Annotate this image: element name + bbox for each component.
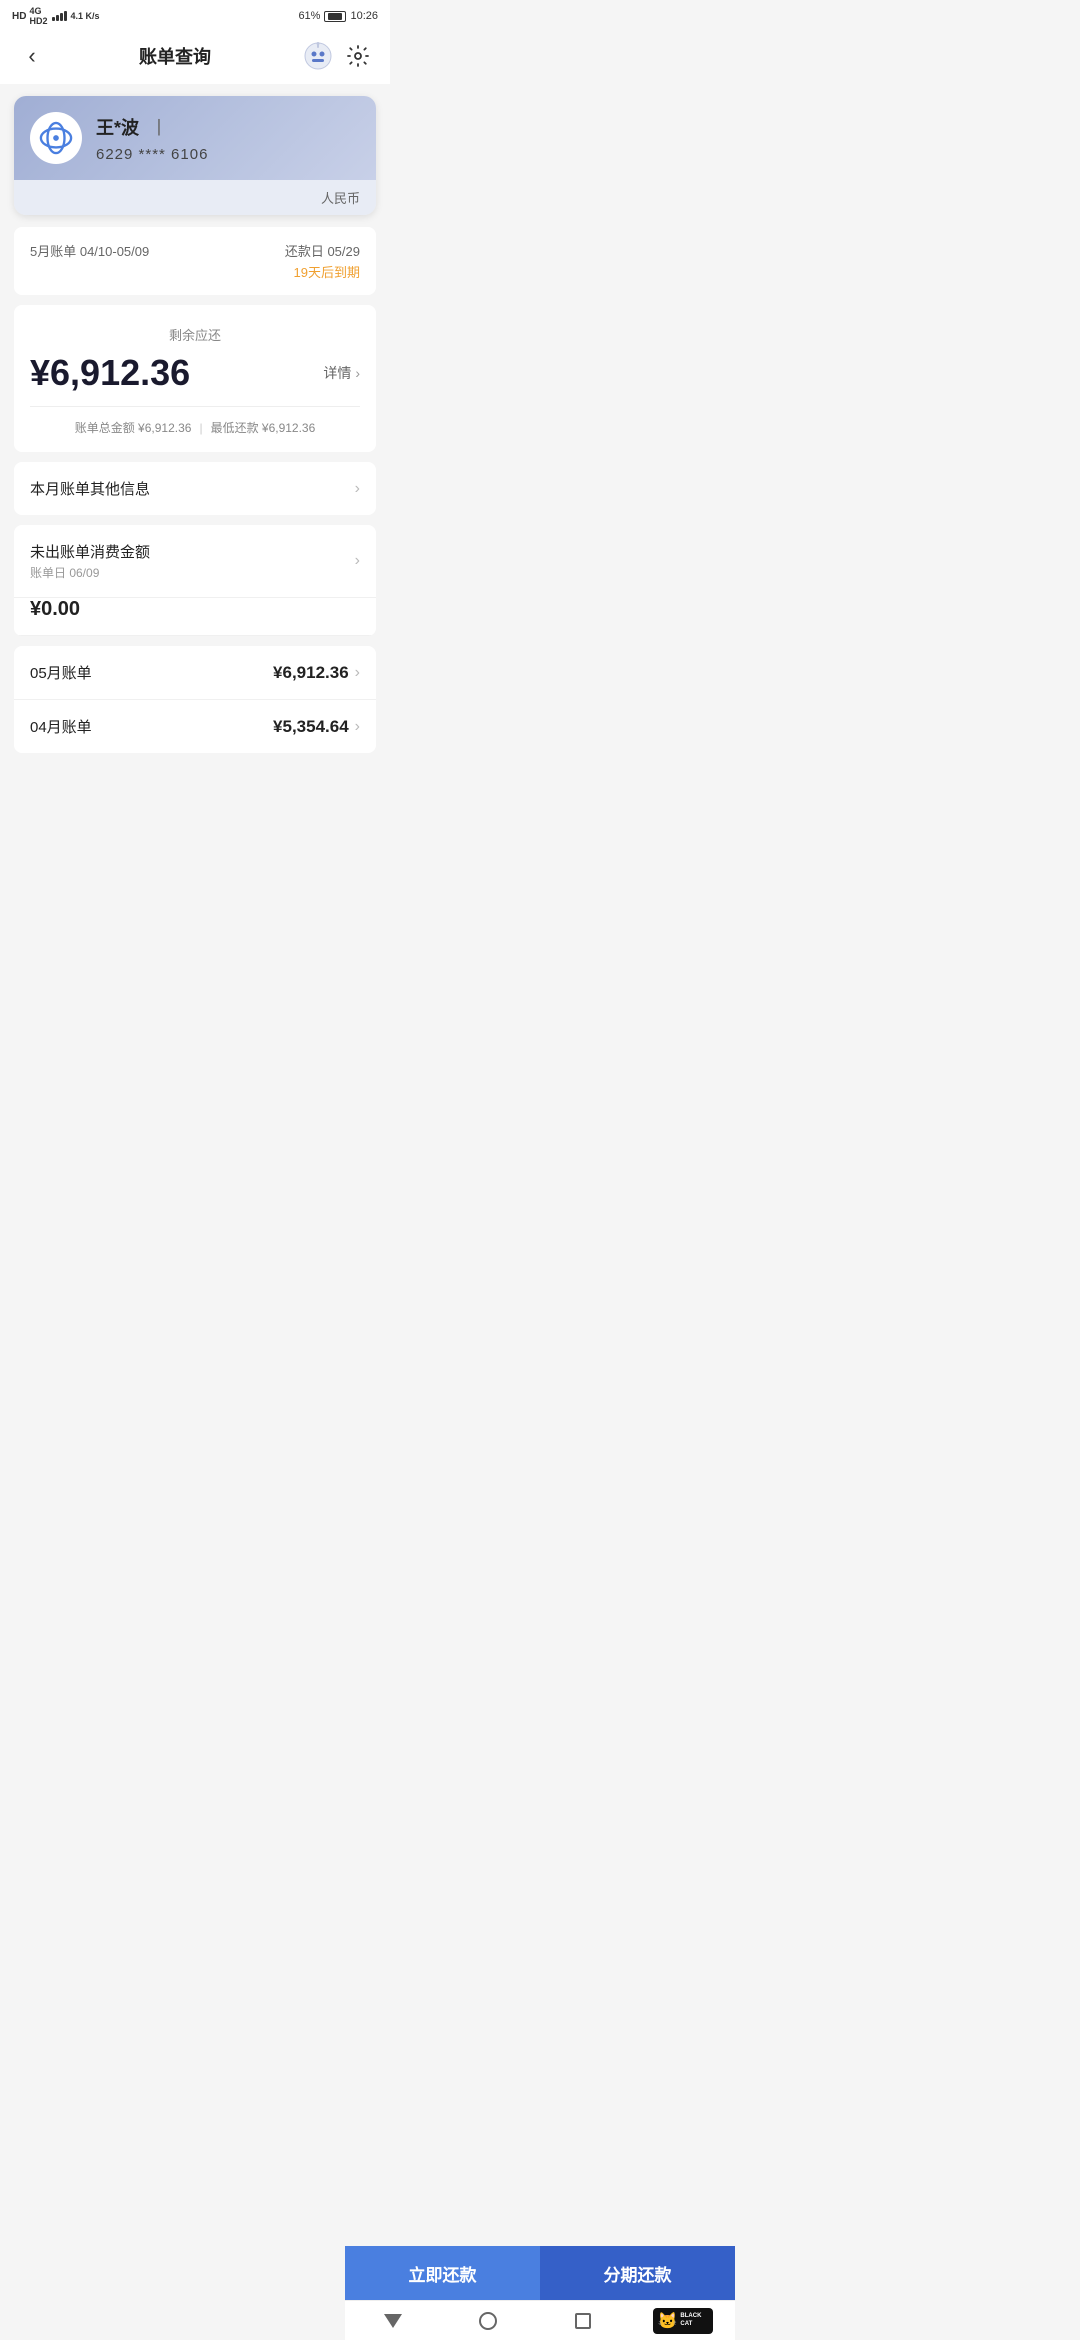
robot-avatar-icon[interactable] bbox=[302, 40, 334, 72]
unbilled-section: 未出账单消费金额 账单日 06/09 › ¥0.00 bbox=[14, 525, 376, 636]
immediate-payment-button[interactable]: 立即还款 bbox=[345, 2246, 540, 2300]
back-nav-button[interactable] bbox=[368, 2306, 418, 2336]
monthly-bill-arrow-0: › bbox=[355, 664, 360, 682]
unbilled-arrow: › bbox=[355, 552, 360, 570]
unbilled-item[interactable]: 未出账单消费金额 账单日 06/09 › bbox=[14, 525, 376, 598]
settings-button[interactable] bbox=[342, 40, 374, 72]
other-info-item[interactable]: 本月账单其他信息 › bbox=[14, 462, 376, 515]
bill-period-label: 5月账单 04/10-05/09 bbox=[30, 241, 149, 260]
header: ‹ 账单查询 bbox=[0, 30, 390, 84]
divider bbox=[30, 406, 360, 407]
monthly-bill-amount-0: ¥6,912.36 bbox=[273, 663, 349, 683]
recents-nav-button[interactable] bbox=[558, 2306, 608, 2336]
bottom-nav: 🐱 BLACK CAT bbox=[345, 2300, 735, 2340]
status-bar: HD 4GHD2 4.1 K/s 61% 10:26 bbox=[0, 0, 390, 30]
monthly-bill-arrow-1: › bbox=[355, 718, 360, 736]
card-currency: 人民币 bbox=[14, 180, 376, 215]
bank-logo bbox=[30, 112, 82, 164]
monthly-bill-amount-1: ¥5,354.64 bbox=[273, 717, 349, 737]
monthly-bill-item-1[interactable]: 04月账单 ¥5,354.64 › bbox=[14, 700, 376, 753]
amount-sub-info: 账单总金额 ¥6,912.36 | 最低还款 ¥6,912.36 bbox=[30, 419, 360, 436]
black-cat-logo: 🐱 BLACK CAT bbox=[653, 2306, 713, 2336]
remaining-label: 剩余应还 bbox=[30, 325, 360, 344]
monthly-bill-label-1: 04月账单 bbox=[30, 716, 92, 737]
amount-section: 剩余应还 ¥6,912.36 详情 › 账单总金额 ¥6,912.36 | 最低… bbox=[14, 305, 376, 452]
back-button[interactable]: ‹ bbox=[16, 40, 48, 72]
other-info-title: 本月账单其他信息 bbox=[30, 478, 150, 499]
other-info-arrow: › bbox=[355, 480, 360, 498]
black-cat-label: BLACK CAT bbox=[680, 2313, 707, 2327]
card-holder-name: 王*波 丨 bbox=[96, 114, 360, 140]
monthly-bill-label-0: 05月账单 bbox=[30, 662, 92, 683]
bill-period-section: 5月账单 04/10-05/09 还款日 05/29 19天后到期 bbox=[14, 227, 376, 295]
bill-due-date: 还款日 05/29 bbox=[285, 241, 360, 260]
card-number: 6229 **** 6106 bbox=[96, 146, 360, 163]
other-info-section: 本月账单其他信息 › bbox=[14, 462, 376, 515]
unbilled-amount: ¥0.00 bbox=[30, 598, 80, 620]
status-network: HD 4GHD2 4.1 K/s bbox=[12, 6, 100, 26]
remaining-amount: ¥6,912.36 bbox=[30, 352, 190, 394]
bill-due-days: 19天后到期 bbox=[285, 262, 360, 281]
detail-link[interactable]: 详情 › bbox=[323, 363, 360, 383]
page-title: 账单查询 bbox=[48, 43, 302, 69]
status-time: 61% 10:26 bbox=[298, 10, 378, 22]
installment-payment-button[interactable]: 分期还款 bbox=[540, 2246, 735, 2300]
home-nav-button[interactable] bbox=[463, 2306, 513, 2336]
bottom-action-buttons: 立即还款 分期还款 bbox=[345, 2246, 735, 2300]
unbilled-title: 未出账单消费金额 bbox=[30, 541, 150, 562]
monthly-bills-section: 05月账单 ¥6,912.36 › 04月账单 ¥5,354.64 › bbox=[14, 646, 376, 753]
monthly-bill-item-0[interactable]: 05月账单 ¥6,912.36 › bbox=[14, 646, 376, 700]
bank-card: 王*波 丨 6229 **** 6106 人民币 bbox=[14, 96, 376, 215]
unbilled-date: 账单日 06/09 bbox=[30, 564, 150, 581]
